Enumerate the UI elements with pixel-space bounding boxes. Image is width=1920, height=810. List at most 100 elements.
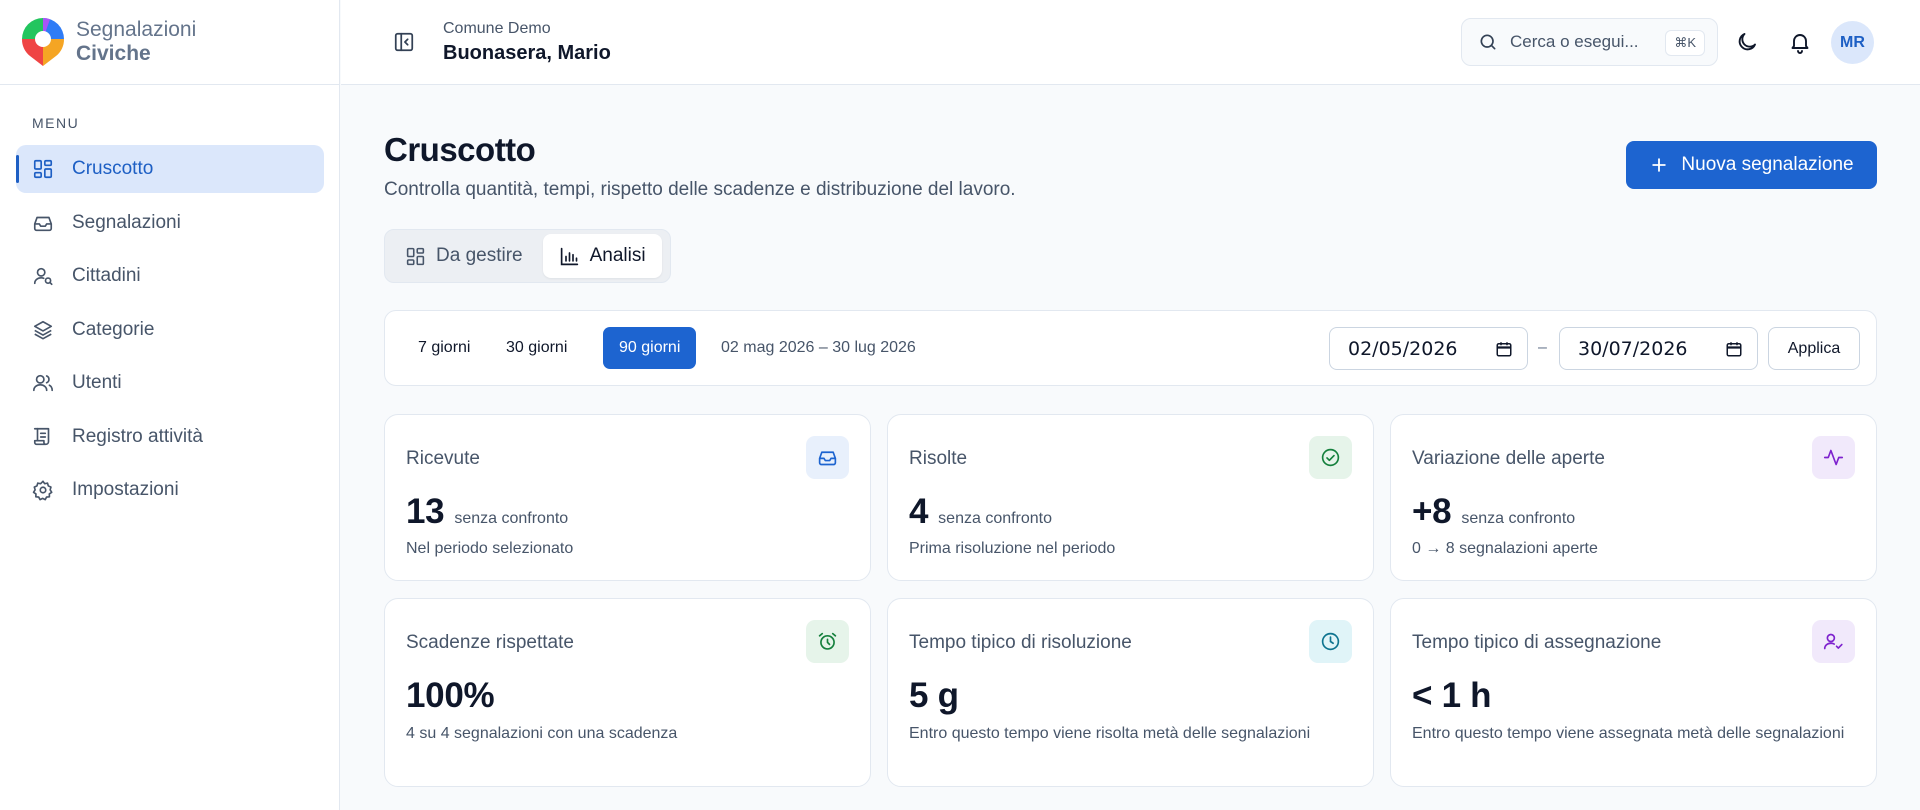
- sidebar-item-registro-attivita[interactable]: Registro attività: [16, 413, 324, 461]
- sidebar-item-label: Utenti: [72, 372, 122, 393]
- calendar-icon[interactable]: [1495, 340, 1513, 358]
- page-title: Cruscotto: [384, 131, 536, 168]
- tab-label: Analisi: [589, 245, 646, 266]
- sidebar-item-cittadini[interactable]: Cittadini: [16, 252, 324, 300]
- date-to-value: 30/07/2026: [1578, 337, 1688, 360]
- dashboard-icon: [33, 159, 53, 179]
- dashboard-icon: [406, 247, 425, 265]
- clock-icon: [1321, 632, 1340, 651]
- inbox-icon: [33, 216, 53, 231]
- kpi-icon-badge: [1812, 436, 1855, 479]
- plus-icon: [1652, 158, 1667, 172]
- citizen-search-icon: [33, 267, 53, 286]
- tab-label: Da gestire: [436, 245, 523, 266]
- range-90-days[interactable]: 90 giorni: [603, 327, 697, 369]
- search-placeholder: Cerca o esegui...: [1510, 32, 1639, 51]
- new-report-button[interactable]: Nuova segnalazione: [1626, 141, 1877, 189]
- sidebar-nav: Cruscotto Segnalazioni Cittadini Categor…: [16, 145, 324, 520]
- sidebar-toggle-icon[interactable]: [393, 31, 415, 53]
- kpi-description: Prima risoluzione nel periodo: [909, 540, 1116, 557]
- period-filter: 7 giorni 30 giorni 90 giorni 02 mag 2026…: [384, 310, 1877, 386]
- bar-chart-icon: [560, 247, 578, 265]
- kpi-card-tempo-assegnazione: Tempo tipico di assegnazione < 1 h Entro…: [1390, 598, 1877, 787]
- kpi-card-scadenze-rispettate: Scadenze rispettate 100% 4 su 4 segnalaz…: [384, 598, 871, 787]
- user-check-icon: [1823, 633, 1843, 650]
- kpi-icon-badge: [806, 436, 849, 479]
- kpi-icon-badge: [1309, 436, 1352, 479]
- organization-name: Comune Demo: [443, 20, 551, 37]
- kpi-value: 4: [909, 492, 929, 531]
- kpi-label: Ricevute: [406, 448, 480, 469]
- range-30-days[interactable]: 30 giorni: [490, 327, 583, 369]
- kpi-value: +8: [1412, 492, 1452, 531]
- sidebar-item-segnalazioni[interactable]: Segnalazioni: [16, 199, 324, 247]
- sidebar-item-label: Registro attività: [72, 425, 203, 447]
- kpi-comparison: senza confronto: [454, 510, 569, 527]
- check-circle-icon: [1321, 448, 1340, 467]
- kpi-value: 13: [406, 492, 445, 531]
- bell-icon[interactable]: [1788, 30, 1812, 54]
- calendar-icon[interactable]: [1725, 340, 1743, 358]
- kpi-card-tempo-risoluzione: Tempo tipico di risoluzione 5 g Entro qu…: [887, 598, 1374, 787]
- avatar[interactable]: MR: [1831, 21, 1874, 64]
- date-from-value: 02/05/2026: [1348, 337, 1458, 360]
- kpi-card-variazione-aperte: Variazione delle aperte +8 senza confron…: [1390, 414, 1877, 581]
- activity-icon: [1823, 449, 1844, 466]
- date-separator: –: [1538, 339, 1547, 356]
- tab-da-gestire[interactable]: Da gestire: [389, 234, 539, 278]
- range-7-days[interactable]: 7 giorni: [402, 327, 486, 369]
- sidebar-item-cruscotto[interactable]: Cruscotto: [16, 145, 324, 193]
- view-toggle: Da gestire Analisi: [384, 229, 671, 283]
- sidebar-item-label: Impostazioni: [72, 479, 179, 500]
- kpi-icon-badge: [1812, 620, 1855, 663]
- gear-icon: [32, 480, 53, 501]
- page-subtitle: Controlla quantità, tempi, rispetto dell…: [384, 179, 1016, 200]
- kpi-description: Entro questo tempo viene assegnata metà …: [1412, 725, 1845, 742]
- kpi-icon-badge: [806, 620, 849, 663]
- range-summary: 02 mag 2026 – 30 lug 2026: [721, 339, 916, 356]
- brand-name-line1: Segnalazioni: [76, 18, 197, 41]
- brand-name-line2: Civiche: [76, 42, 151, 65]
- alarm-clock-icon: [818, 632, 837, 650]
- sidebar-item-label: Cittadini: [72, 265, 141, 286]
- sidebar-item-label: Cruscotto: [72, 158, 154, 179]
- sidebar: Segnalazioni Civiche MENU Cruscotto Segn…: [0, 0, 340, 810]
- sidebar-item-label: Segnalazioni: [72, 211, 181, 233]
- inbox-icon: [818, 451, 837, 466]
- tab-analisi[interactable]: Analisi: [542, 234, 662, 278]
- kpi-label: Tempo tipico di risoluzione: [909, 632, 1132, 653]
- date-from-input[interactable]: 02/05/2026: [1329, 327, 1528, 370]
- kpi-description: Entro questo tempo viene risolta metà de…: [909, 725, 1311, 742]
- kpi-value: 5 g: [909, 676, 959, 715]
- dark-mode-moon-icon[interactable]: [1735, 30, 1759, 54]
- menu-label: MENU: [32, 115, 80, 131]
- sidebar-item-utenti[interactable]: Utenti: [16, 359, 324, 407]
- kpi-comparison: senza confronto: [938, 510, 1053, 527]
- greeting: Buonasera, Mario: [443, 42, 611, 64]
- kpi-label: Scadenze rispettate: [406, 632, 574, 653]
- kpi-description: 4 su 4 segnalazioni con una scadenza: [406, 725, 678, 742]
- kpi-label: Risolte: [909, 448, 968, 469]
- top-header: Comune Demo Buonasera, Mario Cerca o ese…: [341, 0, 1920, 85]
- kpi-label: Variazione delle aperte: [1412, 448, 1605, 469]
- apply-button[interactable]: Applica: [1768, 327, 1860, 370]
- kpi-card-risolte: Risolte 4 senza confronto Prima risoluzi…: [887, 414, 1374, 581]
- date-to-input[interactable]: 30/07/2026: [1559, 327, 1758, 370]
- search-icon: [1480, 34, 1496, 50]
- log-scroll-icon: [33, 427, 50, 445]
- users-icon: [33, 374, 53, 392]
- kpi-card-ricevute: Ricevute 13 senza confronto Nel periodo …: [384, 414, 871, 581]
- search-input[interactable]: Cerca o esegui... ⌘K: [1461, 18, 1718, 66]
- brand-logo-icon: [21, 18, 65, 66]
- kpi-description: 0 → 8 segnalazioni aperte: [1412, 540, 1598, 557]
- sidebar-item-label: Categorie: [72, 318, 155, 340]
- sidebar-item-impostazioni[interactable]: Impostazioni: [16, 466, 324, 514]
- sidebar-item-categorie[interactable]: Categorie: [16, 306, 324, 354]
- kpi-description: Nel periodo selezionato: [406, 540, 574, 557]
- brand[interactable]: Segnalazioni Civiche: [0, 0, 339, 85]
- shortcut-badge: ⌘K: [1665, 30, 1705, 56]
- kpi-value: < 1 h: [1412, 676, 1492, 715]
- kpi-label: Tempo tipico di assegnazione: [1412, 632, 1662, 653]
- new-report-label: Nuova segnalazione: [1681, 154, 1854, 175]
- kpi-comparison: senza confronto: [1461, 510, 1576, 527]
